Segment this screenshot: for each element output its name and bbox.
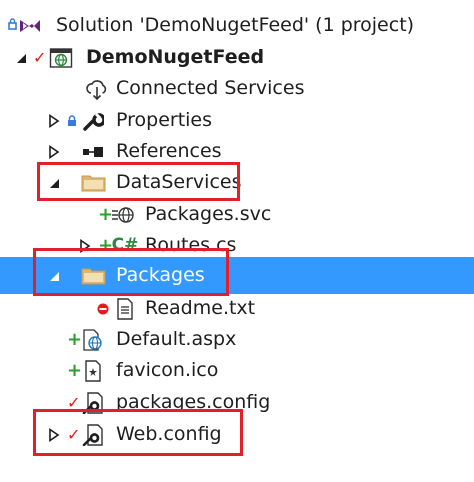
lock-icon	[66, 105, 78, 136]
default-label: Default.aspx	[116, 328, 237, 350]
tree-row-properties[interactable]: Properties	[0, 105, 474, 136]
web-service-icon	[110, 199, 136, 230]
highlight-box-webconfig	[33, 409, 243, 456]
expand-arrow-icon[interactable]	[47, 105, 61, 136]
web-project-icon	[48, 42, 74, 73]
packages-svc-label: Packages.svc	[145, 203, 272, 225]
solution-label: Solution 'DemoNugetFeed' (1 project)	[56, 14, 415, 36]
text-file-icon	[112, 293, 138, 324]
checked-out-icon: ✓	[33, 48, 47, 67]
tree-row-solution[interactable]: Solution 'DemoNugetFeed' (1 project)	[0, 10, 474, 41]
collapse-arrow-icon[interactable]	[14, 42, 28, 73]
web-page-icon	[80, 324, 106, 355]
tree-row-readme[interactable]: Readme.txt	[0, 293, 474, 324]
tree-row-project[interactable]: ✓ DemoNugetFeed	[0, 42, 474, 73]
tree-row-favicon[interactable]: + favicon.ico	[0, 355, 474, 386]
highlight-box-packages	[33, 248, 229, 296]
highlight-box-dataservices	[37, 162, 240, 201]
properties-label: Properties	[116, 109, 213, 131]
tree-row-connected-services[interactable]: Connected Services	[0, 73, 474, 104]
icon-file-icon	[80, 355, 106, 386]
readme-label: Readme.txt	[145, 297, 256, 319]
project-label: DemoNugetFeed	[86, 46, 265, 68]
favicon-label: favicon.ico	[116, 359, 219, 381]
excluded-icon	[96, 293, 110, 324]
tree-row-default[interactable]: + Default.aspx	[0, 324, 474, 355]
connected-services-label: Connected Services	[116, 77, 305, 99]
wrench-icon	[80, 105, 106, 136]
solution-icon	[8, 10, 42, 41]
connected-services-icon	[84, 73, 110, 104]
tree-row-packages-svc[interactable]: + Packages.svc	[0, 199, 474, 230]
